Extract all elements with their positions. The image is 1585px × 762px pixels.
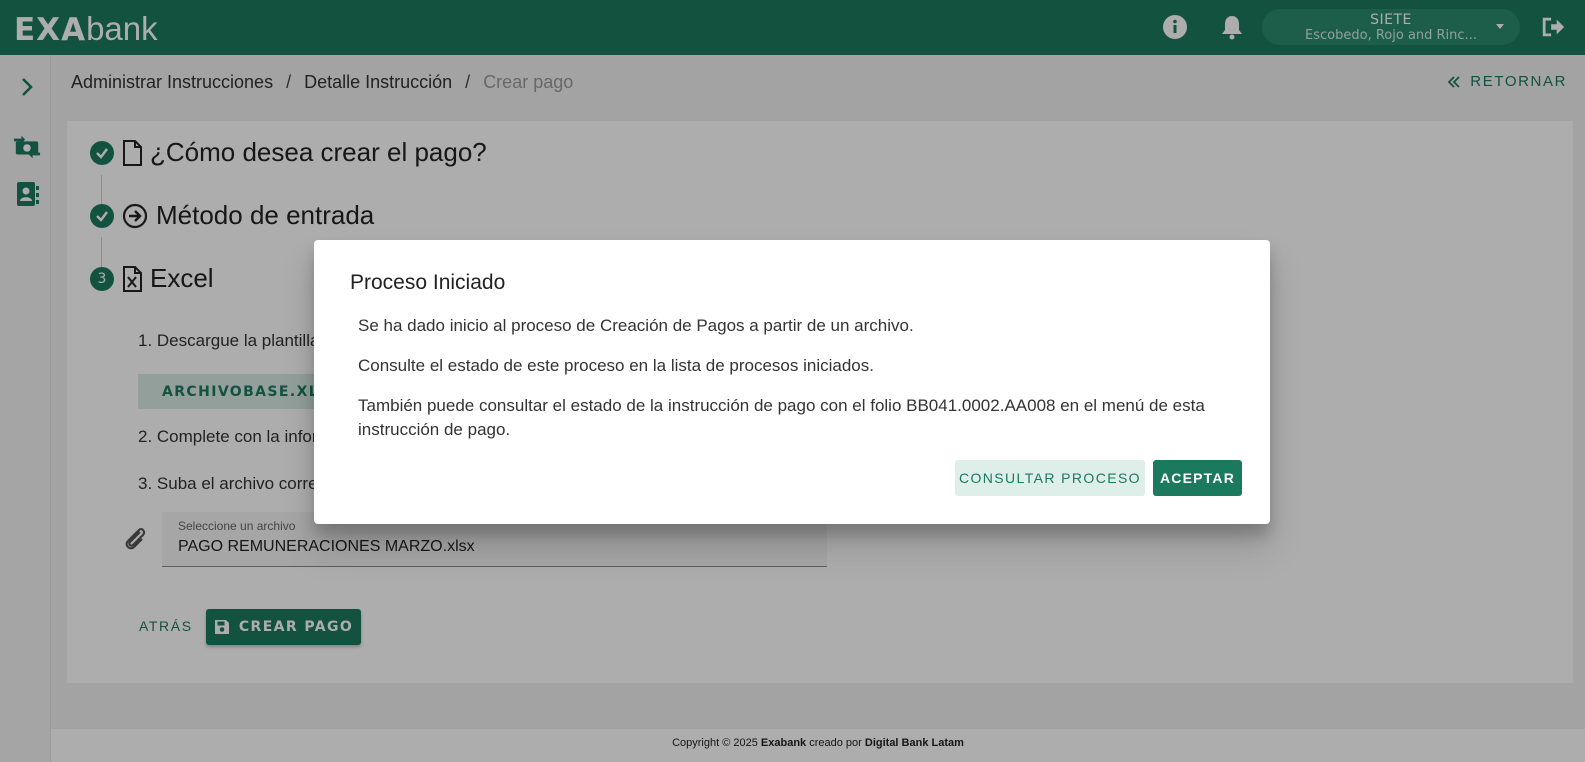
dialog-paragraph-3: También puede consultar el estado de la … (358, 396, 1205, 439)
process-started-dialog: Proceso Iniciado Se ha dado inicio al pr… (314, 240, 1270, 524)
dialog-paragraph-1: Se ha dado inicio al proceso de Creación… (358, 316, 914, 335)
dialog-paragraph-2: Consulte el estado de este proceso en la… (358, 356, 874, 375)
consult-process-button[interactable]: CONSULTAR PROCESO (955, 460, 1145, 496)
accept-button[interactable]: ACEPTAR (1153, 460, 1242, 496)
dialog-title: Proceso Iniciado (350, 271, 506, 294)
